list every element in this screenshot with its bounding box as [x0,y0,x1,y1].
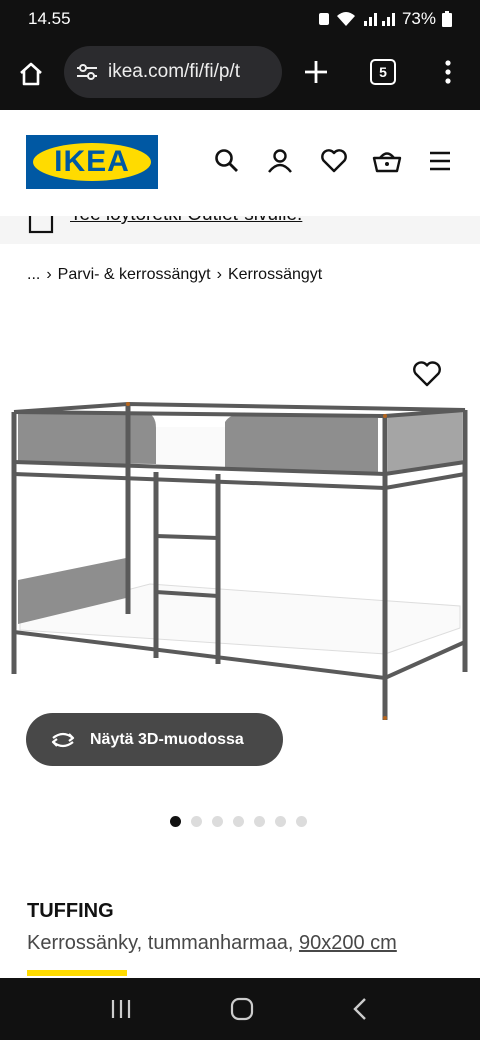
tab-switcher-button[interactable]: 5 [370,59,396,85]
promo-banner[interactable]: Tee löytöretki Outlet-sivulle. [0,216,480,244]
product-name: TUFFING [27,900,114,922]
price-highlight-bar [27,970,127,976]
browser-toolbar: ikea.com/fi/fi/p/t 5 [0,38,480,110]
gallery-dot[interactable] [191,816,202,827]
chevron-right-icon: › [46,266,52,283]
site-header: IKEA [0,110,480,216]
chevron-right-icon: › [216,266,222,283]
product-description: Kerrossänky, tummanharmaa, 90x200 cm [27,932,397,955]
gallery-dot[interactable] [296,816,307,827]
home-icon [20,62,42,86]
more-vertical-icon [445,60,451,84]
home-nav-icon[interactable] [230,997,254,1021]
plus-icon [305,61,327,83]
breadcrumb: ... › Parvi- & kerrossängyt › Kerrossäng… [27,266,322,284]
search-icon[interactable] [214,148,240,174]
tab-count: 5 [379,64,387,80]
browser-menu-button[interactable] [436,58,460,91]
view-3d-button[interactable]: Näytä 3D-muodossa [26,713,283,766]
product-image[interactable] [0,392,480,732]
breadcrumb-item-kerrossangyt[interactable]: Kerrossängyt [228,266,322,284]
promo-link[interactable]: Tee löytöretki Outlet-sivulle. [70,216,302,226]
logo-text: IKEA [54,145,130,178]
gallery-dot[interactable] [254,816,265,827]
gallery-dot[interactable] [170,816,181,827]
gallery-dot[interactable] [212,816,223,827]
profile-icon[interactable] [266,148,294,174]
gallery-pagination [170,816,307,827]
battery-icon [442,11,452,27]
breadcrumb-ellipsis[interactable]: ... [27,266,40,284]
signal-icon [363,13,395,26]
address-bar[interactable]: ikea.com/fi/fi/p/t [64,46,282,98]
product-type: Kerrossänky, tummanharmaa, [27,932,294,954]
notification-icon [318,13,329,25]
recent-apps-icon[interactable] [109,998,133,1020]
status-time: 14.55 [28,9,71,28]
breadcrumb-item-parvi[interactable]: Parvi- & kerrossängyt [58,266,211,284]
product-size-link[interactable]: 90x200 cm [299,932,397,954]
shopping-basket-icon[interactable] [372,148,402,174]
site-settings-icon[interactable] [76,63,98,81]
home-button[interactable] [0,60,62,88]
menu-icon[interactable] [428,148,452,174]
status-bar: 14.55 73% [0,0,480,38]
view-3d-label: Näytä 3D-muodossa [90,730,244,748]
new-tab-button[interactable] [300,56,332,93]
favourites-icon[interactable] [320,148,348,174]
url-text: ikea.com/fi/fi/p/t [108,61,240,82]
back-icon[interactable] [351,997,371,1021]
gallery-dot[interactable] [275,816,286,827]
tag-icon [28,216,54,234]
battery-percent: 73% [401,9,436,28]
ikea-logo[interactable]: IKEA [26,135,158,189]
add-to-favourites-icon[interactable] [412,360,442,388]
rotate-3d-icon [51,732,75,747]
wifi-icon [336,12,355,26]
status-icons: 73% [318,9,452,29]
gallery-dot[interactable] [233,816,244,827]
system-nav-bar [0,978,480,1040]
